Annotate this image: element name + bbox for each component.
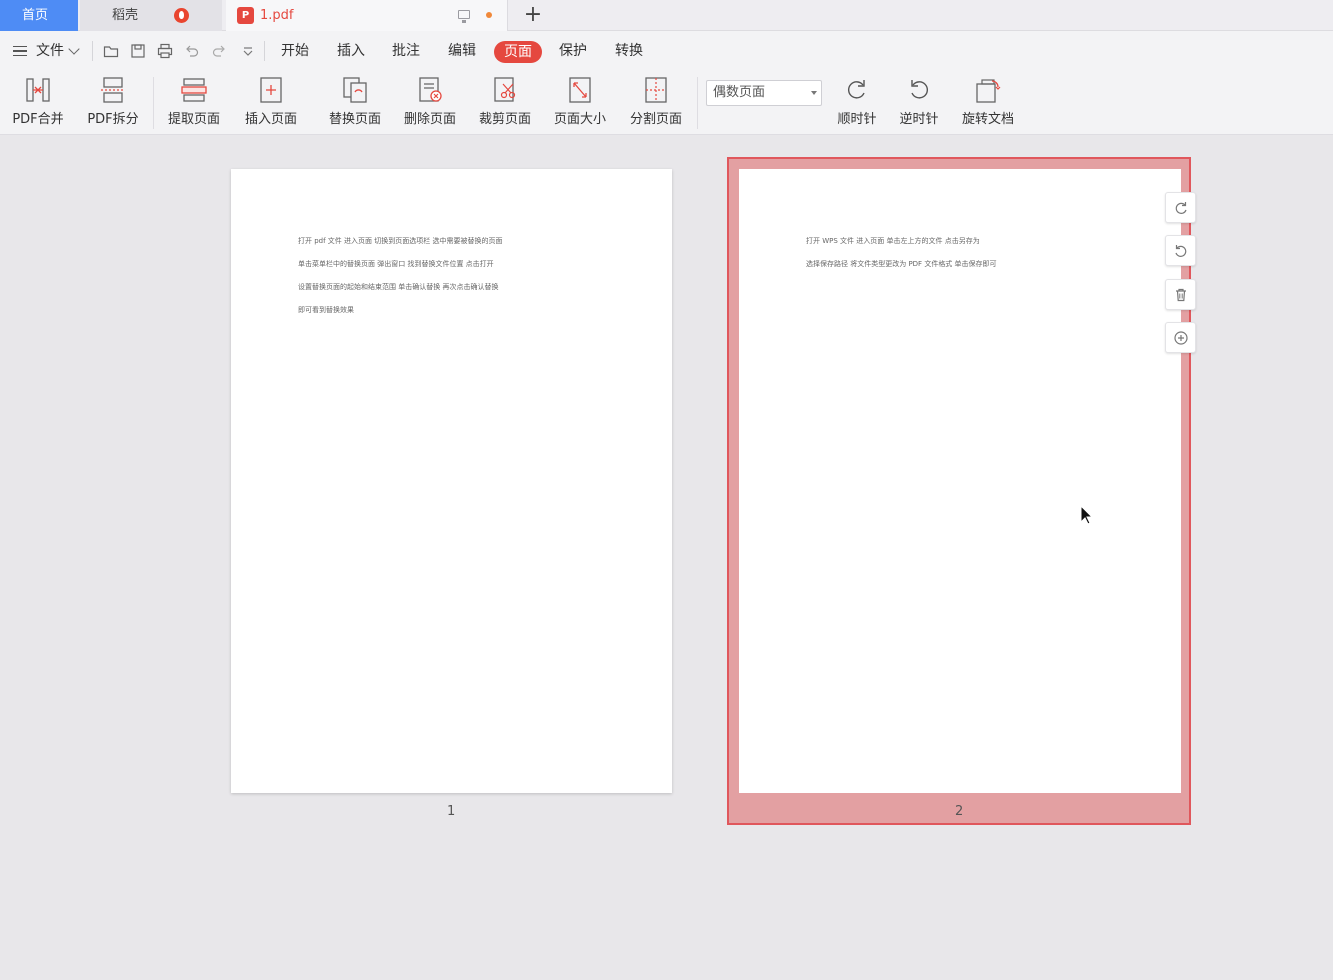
mouse-cursor-icon (1080, 505, 1094, 525)
page-size-label: 页面大小 (553, 112, 606, 127)
trash-icon (1176, 288, 1186, 302)
pdf-file-icon: P (237, 7, 254, 24)
page-rotate-clockwise-button[interactable] (1165, 192, 1196, 223)
divide-page-button[interactable]: 分割页面 (624, 71, 688, 135)
rotate-document-button[interactable]: 旋转文档 (956, 71, 1020, 135)
replace-page-label: 替换页面 (328, 112, 381, 127)
pdf-split-label: PDF拆分 (87, 112, 139, 127)
menu-convert[interactable]: 转换 (615, 31, 643, 71)
insert-page-button[interactable]: 插入页面 (236, 71, 306, 135)
tab-daoke-label: 稻壳 (112, 8, 139, 23)
caret-down-icon (811, 91, 817, 95)
open-folder-icon[interactable] (103, 43, 119, 59)
replace-page-icon (343, 77, 367, 103)
page-number-1: 1 (447, 804, 456, 819)
rotate-counterclockwise-label: 逆时针 (899, 112, 939, 127)
divider (153, 77, 154, 129)
tab-document-label: 1.pdf (260, 8, 294, 23)
extract-page-icon (181, 78, 207, 102)
rotate-clockwise-label: 顺时针 (837, 112, 877, 127)
daoke-logo-icon (174, 8, 189, 23)
menu-insert[interactable]: 插入 (337, 31, 365, 71)
delete-page-button[interactable]: 删除页面 (399, 71, 461, 135)
extract-page-label: 提取页面 (167, 112, 220, 127)
delete-page-icon (419, 77, 442, 102)
pdf-merge-button[interactable]: PDF合并 (6, 71, 70, 135)
page-number-2: 2 (955, 804, 964, 819)
undo-icon[interactable] (184, 43, 200, 59)
page-text-line: 单击菜单栏中的替换页面 弹出窗口 找到替换文件位置 点击打开 (298, 260, 494, 268)
page-size-icon (569, 77, 591, 103)
menu-start[interactable]: 开始 (281, 31, 309, 71)
zoom-in-icon (1174, 331, 1188, 345)
divider (92, 41, 93, 61)
tab-home[interactable]: 首页 (0, 0, 78, 31)
ribbon-toolbar: PDF合并 PDF拆分 提取页面 插入页面 替换页面 删除页面 裁剪页面 页面大… (0, 71, 1333, 135)
page-filter-select[interactable]: 偶数页面 (706, 80, 822, 106)
quick-access-dropdown-icon[interactable] (240, 43, 256, 59)
hamburger-icon[interactable] (13, 46, 27, 56)
rotate-counterclockwise-icon (1175, 245, 1187, 257)
page-delete-button[interactable] (1165, 279, 1196, 310)
page-text-line: 打开 WPS 文件 进入页面 单击左上方的文件 点击另存为 (806, 237, 980, 245)
merge-icon (26, 78, 50, 102)
menu-page[interactable]: 页面 (494, 41, 542, 63)
menu-edit[interactable]: 编辑 (448, 31, 476, 71)
split-icon (101, 77, 125, 103)
monitor-icon[interactable] (458, 10, 470, 23)
delete-page-label: 删除页面 (403, 112, 456, 127)
tab-daoke[interactable] (80, 0, 222, 31)
page-zoom-button[interactable] (1165, 322, 1196, 353)
pdf-merge-label: PDF合并 (12, 112, 64, 127)
page-text-line: 设置替换页面的起始和结束范围 单击确认替换 再次点击确认替换 (298, 283, 499, 291)
extract-page-button[interactable]: 提取页面 (163, 71, 225, 135)
rotate-clockwise-icon (848, 80, 865, 99)
rotate-document-icon (976, 79, 1001, 103)
page-thumbnail-1[interactable]: 打开 pdf 文件 进入页面 切换到页面选项栏 选中需要被替换的页面 单击菜单栏… (231, 169, 672, 793)
new-tab-button[interactable]: + (520, 2, 546, 28)
divider (264, 41, 265, 61)
chevron-down-icon[interactable] (68, 43, 80, 55)
rotate-document-label: 旋转文档 (961, 112, 1014, 127)
print-icon[interactable] (157, 43, 173, 59)
page-rotate-counterclockwise-button[interactable] (1165, 235, 1196, 266)
crop-page-icon (494, 77, 516, 102)
divider (697, 77, 698, 129)
page-size-button[interactable]: 页面大小 (549, 71, 611, 135)
crop-page-label: 裁剪页面 (478, 112, 531, 127)
rotate-counterclockwise-button[interactable]: 逆时针 (893, 71, 945, 135)
tab-bar: 首页 稻壳 P 1.pdf + (0, 0, 1333, 31)
menu-annotate[interactable]: 批注 (392, 31, 420, 71)
page-filter-value: 偶数页面 (713, 85, 766, 100)
page-text-line: 选择保存路径 将文件类型更改为 PDF 文件格式 单击保存即可 (806, 260, 997, 268)
page-thumbnail-2[interactable]: 打开 WPS 文件 进入页面 单击左上方的文件 点击另存为 选择保存路径 将文件… (739, 169, 1181, 793)
insert-page-label: 插入页面 (244, 112, 297, 127)
pdf-split-button[interactable]: PDF拆分 (82, 71, 144, 135)
redo-icon[interactable] (211, 43, 227, 59)
menu-file[interactable]: 文件 (36, 31, 64, 71)
divide-page-label: 分割页面 (629, 112, 682, 127)
tab-document[interactable]: P 1.pdf (226, 0, 508, 31)
crop-page-button[interactable]: 裁剪页面 (474, 71, 536, 135)
rotate-clockwise-icon (1175, 202, 1187, 214)
insert-page-icon (260, 77, 282, 103)
unsaved-dot-icon (486, 12, 492, 18)
menu-protect[interactable]: 保护 (559, 31, 587, 71)
rotate-clockwise-button[interactable]: 顺时针 (831, 71, 883, 135)
page-text-line: 即可看到替换效果 (298, 306, 354, 314)
replace-page-button[interactable]: 替换页面 (324, 71, 386, 135)
page-text-line: 打开 pdf 文件 进入页面 切换到页面选项栏 选中需要被替换的页面 (298, 237, 503, 245)
save-icon[interactable] (130, 43, 146, 59)
menu-bar: 文件 开始 插入 批注 编辑 页面 保护 转换 (0, 31, 1333, 71)
divide-page-icon (645, 77, 667, 103)
rotate-counterclockwise-icon (911, 80, 928, 99)
